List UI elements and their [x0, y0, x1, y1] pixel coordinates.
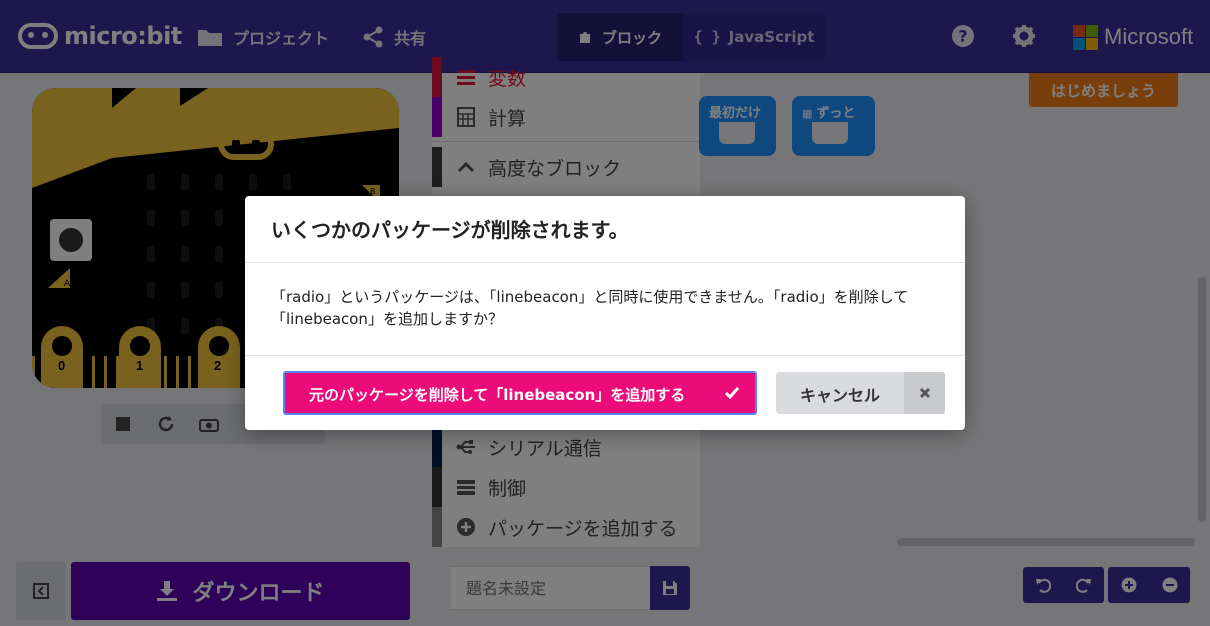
confirm-label: 元のパッケージを削除して「linebeacon」を追加する — [309, 386, 686, 404]
remove-packages-dialog: いくつかのパッケージが削除されます。 「radio」というパッケージは、「lin… — [245, 196, 965, 430]
confirm-button[interactable]: 元のパッケージを削除して「linebeacon」を追加する — [283, 371, 757, 415]
close-icon — [904, 372, 945, 414]
checkmark-icon — [717, 373, 747, 413]
cancel-label: キャンセル — [800, 386, 881, 405]
dialog-title: いくつかのパッケージが削除されます。 — [271, 218, 629, 242]
dialog-divider — [245, 355, 965, 356]
dialog-divider — [245, 262, 965, 263]
dialog-message: 「radio」というパッケージは、「linebeacon」と同時に使用できません… — [271, 288, 909, 328]
cancel-button[interactable]: キャンセル — [776, 372, 945, 414]
